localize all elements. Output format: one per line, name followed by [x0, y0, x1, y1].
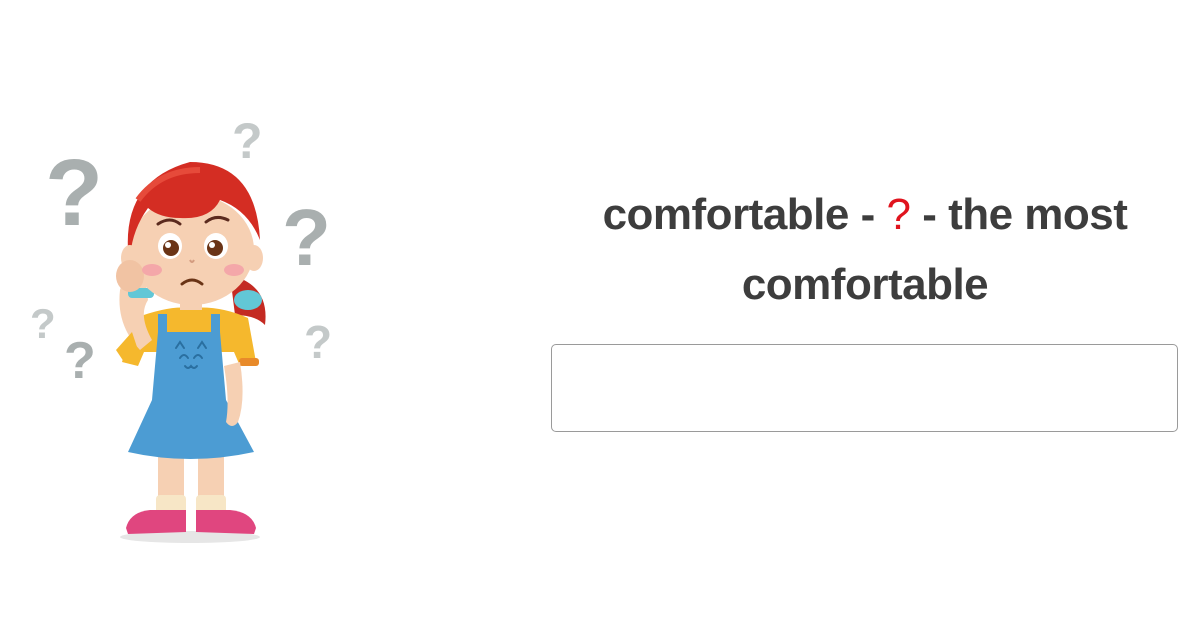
question-mark-icon: ?: [45, 140, 103, 246]
question-mark-icon: ?: [282, 193, 331, 282]
question-mark-icon: ?: [30, 300, 56, 347]
confused-girl-illustration: ? ? ? ? ? ?: [30, 113, 332, 543]
question-mark-icon: ?: [64, 332, 96, 390]
question-mark-icon: ?: [232, 113, 263, 169]
question-mark-icon: ?: [304, 316, 332, 368]
question-text-before: comfortable -: [602, 190, 887, 239]
blank-mark: ?: [886, 190, 911, 239]
answer-input[interactable]: [551, 344, 1178, 432]
question-prompt: comfortable - ? - the most comfortable: [550, 180, 1180, 320]
quiz-card: ? ? ? ? ? ? comfortable - ? - the most c…: [0, 0, 1200, 630]
question-panel: comfortable - ? - the most comfortable: [550, 180, 1180, 320]
